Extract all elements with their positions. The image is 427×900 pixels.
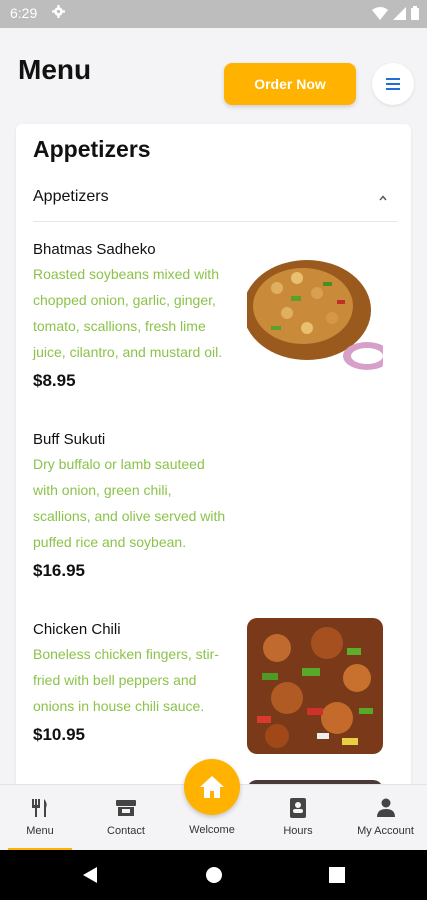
item-description: Dry buffalo or lamb sauteed with onion, …	[33, 456, 226, 550]
nav-contact[interactable]: Contact	[86, 785, 166, 851]
nav-label: Hours	[283, 825, 313, 837]
wifi-icon	[372, 6, 388, 20]
item-photo[interactable]	[247, 238, 383, 374]
status-time: 6:29	[10, 5, 38, 21]
item-price: $16.95	[33, 561, 85, 580]
nav-label: My Account	[357, 825, 414, 837]
battery-icon	[411, 6, 419, 20]
home-circle-icon[interactable]	[205, 866, 223, 884]
fork-knife-icon	[32, 799, 47, 817]
store-icon	[116, 800, 136, 816]
item-photo[interactable]	[247, 618, 383, 754]
section-title: Appetizers	[33, 136, 151, 162]
chevron-up-icon	[379, 195, 387, 201]
person-icon	[376, 798, 395, 817]
item-description: Roasted soybeans mixed with chopped onio…	[33, 266, 223, 360]
menu-item[interactable]: Buff Sukuti Dry buffalo or lamb sauteed …	[33, 430, 393, 581]
item-description: Boneless chicken fingers, stir-fried wit…	[33, 646, 219, 714]
item-name: Buff Sukuti	[33, 431, 106, 448]
nav-my-account[interactable]: My Account	[344, 785, 427, 851]
nav-label: Menu	[26, 825, 54, 837]
home-fab-button[interactable]	[184, 759, 240, 815]
menu-toggle-button[interactable]	[372, 63, 414, 105]
nav-label: Contact	[107, 825, 145, 837]
settings-gear-icon	[52, 5, 65, 18]
system-navigation-bar	[0, 850, 427, 900]
back-icon[interactable]	[82, 866, 98, 884]
status-bar: 6:29	[0, 0, 427, 28]
home-icon	[200, 776, 224, 798]
nav-hours[interactable]: Hours	[258, 785, 338, 851]
item-price: $8.95	[33, 371, 76, 390]
nav-label: Welcome	[189, 824, 235, 836]
accordion-label: Appetizers	[33, 188, 109, 205]
order-now-button[interactable]: Order Now	[224, 63, 356, 105]
status-icons	[372, 6, 419, 20]
accordion-header[interactable]: Appetizers	[33, 180, 397, 222]
page-title: Menu	[18, 54, 92, 85]
recents-icon[interactable]	[329, 867, 345, 883]
signal-icon	[393, 6, 406, 20]
hamburger-icon	[386, 78, 400, 90]
nav-menu[interactable]: Menu	[0, 785, 80, 851]
contact-book-icon	[290, 798, 306, 818]
menu-section-card: Appetizers Appetizers Bhatmas Sadheko Ro…	[16, 124, 411, 824]
